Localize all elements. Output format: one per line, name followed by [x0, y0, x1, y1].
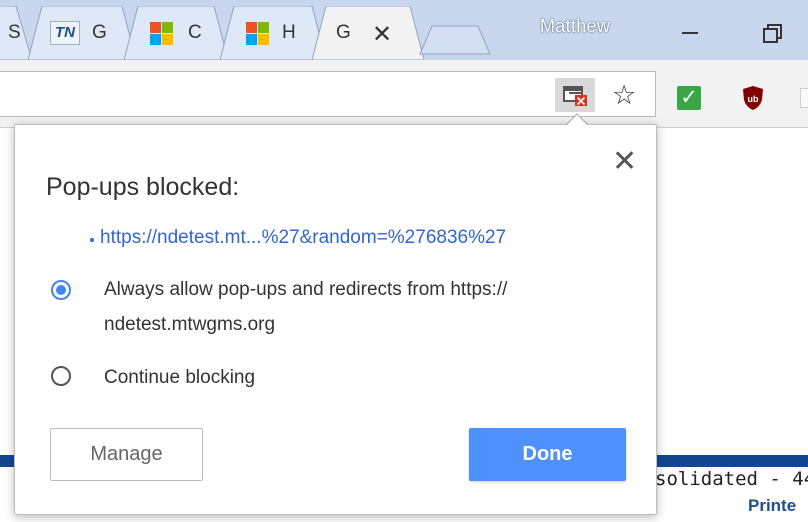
close-icon[interactable]: ✕	[612, 147, 637, 177]
page-link[interactable]: Printe	[748, 496, 796, 516]
continue-blocking-label[interactable]: Continue blocking	[104, 361, 255, 395]
tab-label: C	[188, 22, 202, 43]
always-allow-radio[interactable]	[51, 280, 71, 300]
extension-icon-partial[interactable]	[800, 88, 808, 108]
blocked-popup-link-text: https://ndetest.mt...%27&random=%276836%…	[100, 227, 507, 248]
restore-icon[interactable]	[763, 24, 782, 43]
tab-strip: S TN G C H G ✕ Matthew	[0, 0, 808, 60]
microsoft-logo-icon	[150, 22, 173, 45]
tab-label: H	[282, 22, 296, 43]
tab-h[interactable]: H	[220, 6, 326, 60]
blocked-popup-link[interactable]: https://ndetest.mt...%27&random=%276836%…	[89, 227, 506, 249]
ublock-icon[interactable]: ub	[742, 85, 764, 111]
page-text: solidated - 440	[655, 468, 808, 490]
always-allow-label-line2[interactable]: ndetest.mtwgms.org	[104, 308, 275, 342]
always-allow-label-line1[interactable]: Always allow pop-ups and redirects from …	[104, 273, 507, 307]
address-bar[interactable]: ☆	[0, 71, 656, 117]
minimize-icon[interactable]	[682, 32, 698, 34]
manage-button[interactable]: Manage	[50, 428, 203, 481]
svg-text:ub: ub	[748, 94, 759, 104]
tab-c[interactable]: C	[124, 6, 228, 60]
checkmark-extension-icon[interactable]: ✓	[677, 86, 701, 110]
microsoft-logo-icon	[246, 22, 269, 45]
done-button[interactable]: Done	[469, 428, 626, 481]
continue-blocking-radio[interactable]	[51, 366, 71, 386]
bubble-title: Pop-ups blocked:	[46, 173, 240, 201]
tn-favicon-icon: TN	[50, 21, 80, 45]
tab-label: S	[8, 22, 21, 43]
browser-window: S TN G C H G ✕ Matthew ☆ ✓ ub solidated …	[0, 0, 808, 522]
profile-name[interactable]: Matthew	[540, 16, 610, 37]
tab-label: G	[92, 22, 107, 43]
tab-close-icon[interactable]: ✕	[372, 20, 392, 49]
bookmark-star-icon[interactable]: ☆	[612, 78, 636, 112]
popup-blocked-icon[interactable]	[555, 78, 595, 112]
popup-blocked-bubble: ✕ Pop-ups blocked: https://ndetest.mt...…	[14, 124, 657, 515]
tab-tn[interactable]: TN G	[28, 6, 136, 60]
tab-label: G	[336, 22, 351, 43]
bubble-arrow-fill	[566, 115, 588, 126]
new-tab-button[interactable]	[418, 6, 492, 60]
tab-active[interactable]: G ✕	[312, 6, 424, 60]
